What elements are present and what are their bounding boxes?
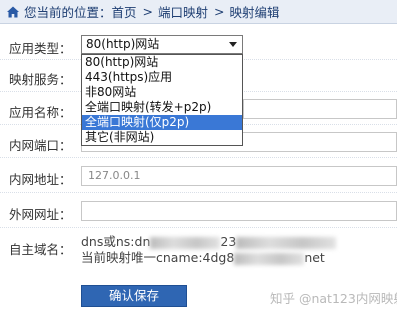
breadcrumb-home[interactable]: 首页 xyxy=(112,2,137,21)
wan-address-input[interactable] xyxy=(81,201,397,221)
breadcrumb-mapping-edit: 映射编辑 xyxy=(229,5,280,20)
chevron-down-icon[interactable] xyxy=(229,42,237,47)
breadcrumb: 您当前的位置： 首页 > 端口映射 > 映射编辑 xyxy=(0,0,397,24)
lan-address-value: 127.0.0.1 xyxy=(88,169,141,182)
domain-cname-line: 当前映射唯一cname:4dg8 net xyxy=(81,247,325,266)
option-full-port-forward-p2p[interactable]: 全端口映射(转发+p2p) xyxy=(82,100,242,115)
option-full-port-p2p-only[interactable]: 全端口映射(仅p2p) xyxy=(82,115,242,130)
breadcrumb-separator: > xyxy=(214,4,225,19)
own-domain-label: 自主域名： xyxy=(9,242,72,257)
app-name-label: 应用名称： xyxy=(9,105,72,120)
wan-address-label: 外网网址： xyxy=(9,207,72,222)
breadcrumb-port-mapping[interactable]: 端口映射 xyxy=(158,2,208,21)
option-other[interactable]: 其它(非网站) xyxy=(82,130,242,145)
app-type-label: 应用类型： xyxy=(9,41,72,56)
app-type-dropdown[interactable]: 80(http)网站 443(https)应用 非80网站 全端口映射(转发+p… xyxy=(81,54,243,146)
breadcrumb-prefix: 您当前的位置： xyxy=(24,5,112,20)
breadcrumb-separator: > xyxy=(142,4,154,19)
cname-suffix-text: net xyxy=(304,250,325,265)
watermark: 知乎 @nat123内网映射 xyxy=(270,291,397,306)
option-443-https[interactable]: 443(https)应用 xyxy=(82,70,242,85)
lan-address-label: 内网地址： xyxy=(9,172,72,187)
mapping-service-label: 映射服务： xyxy=(9,72,72,87)
home-icon xyxy=(7,6,19,17)
app-type-selected-value: 80(http)网站 xyxy=(86,37,160,51)
option-non-80[interactable]: 非80网站 xyxy=(82,85,242,100)
lan-port-label: 内网端口： xyxy=(9,138,72,153)
option-80-http[interactable]: 80(http)网站 xyxy=(82,55,242,70)
lan-address-input[interactable]: 127.0.0.1 xyxy=(81,166,397,186)
app-name-input[interactable] xyxy=(243,99,397,119)
save-button[interactable]: 确认保存 xyxy=(81,285,187,307)
app-type-select[interactable]: 80(http)网站 xyxy=(81,35,243,54)
redacted-blur xyxy=(234,252,305,265)
cname-prefix-text: 当前映射唯一cname:4dg8 xyxy=(81,250,235,265)
